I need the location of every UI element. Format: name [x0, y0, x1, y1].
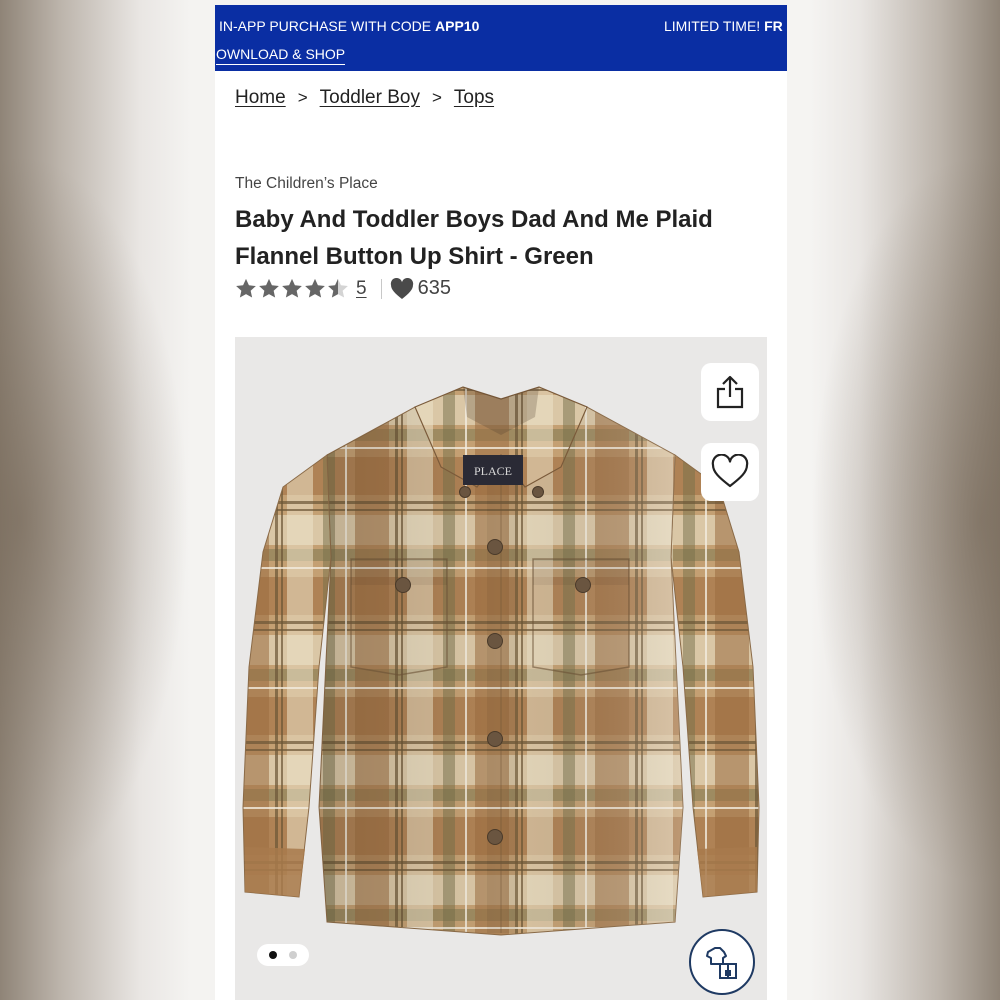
- breadcrumb-separator: >: [431, 88, 442, 107]
- divider: [380, 278, 382, 299]
- promo-banner[interactable]: IN-APP PURCHASE WITH CODE APP10 LIMITED …: [215, 5, 787, 71]
- promo-code: APP10: [435, 18, 480, 34]
- share-button[interactable]: [701, 363, 759, 421]
- share-icon: [716, 375, 744, 409]
- heart-filled-icon[interactable]: [390, 277, 414, 300]
- breadcrumb-tops[interactable]: Tops: [454, 87, 494, 109]
- favorite-count: 635: [417, 277, 451, 299]
- product-image-gallery[interactable]: PLACE: [235, 337, 767, 1000]
- pagination-dot[interactable]: [289, 951, 297, 959]
- brand-label-text: PLACE: [474, 464, 512, 478]
- product-title: Baby And Toddler Boys Dad And Me Plaid F…: [235, 206, 713, 270]
- breadcrumb: Home > Toddler Boy > Tops: [235, 87, 494, 109]
- promo-text: IN-APP PURCHASE WITH CODE APP10: [219, 18, 480, 34]
- half-star-icon: [328, 278, 348, 298]
- download-shop-link[interactable]: OWNLOAD & SHOP: [216, 46, 346, 65]
- star-icon: [259, 278, 279, 298]
- breadcrumb-toddler-boy[interactable]: Toddler Boy: [320, 87, 420, 109]
- star-icon: [236, 278, 256, 298]
- promo-limited-text: LIMITED TIME! FR: [664, 18, 783, 34]
- outfit-try-on-button[interactable]: [689, 929, 755, 995]
- phone-screen: IN-APP PURCHASE WITH CODE APP10 LIMITED …: [215, 5, 787, 1000]
- breadcrumb-separator: >: [297, 88, 308, 107]
- pagination-dot-active[interactable]: [269, 951, 277, 959]
- product-image: PLACE: [242, 386, 760, 936]
- star-rating[interactable]: [235, 278, 350, 299]
- rating-row: 5 635: [235, 277, 451, 300]
- heart-icon: [711, 454, 749, 488]
- review-count-link[interactable]: 5: [356, 278, 367, 300]
- favorite-button[interactable]: [701, 443, 759, 501]
- brand-name[interactable]: The Children’s Place: [235, 175, 378, 193]
- star-icon: [282, 278, 302, 298]
- breadcrumb-home[interactable]: Home: [235, 87, 286, 109]
- try-on-icon: [706, 947, 737, 979]
- star-icon: [305, 278, 325, 298]
- image-pagination[interactable]: [257, 944, 309, 966]
